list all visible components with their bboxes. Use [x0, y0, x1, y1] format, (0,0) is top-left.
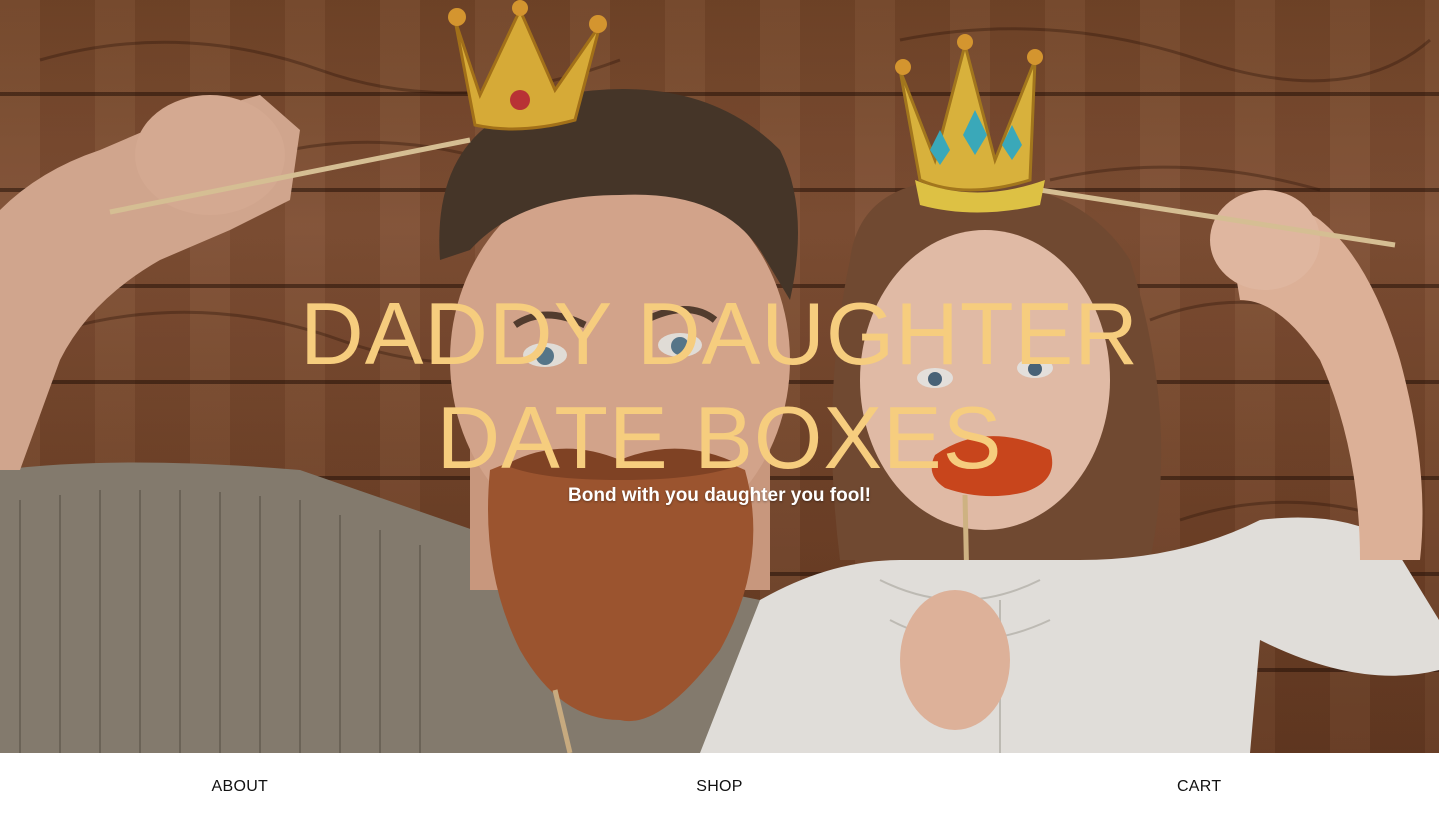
hero-title-line-1: DADDY DAUGHTER [300, 284, 1139, 383]
hero-subtitle: Bond with you daughter you fool! [568, 485, 871, 506]
nav-shop-link[interactable]: SHOP [480, 753, 960, 818]
nav-about-link[interactable]: ABOUT [0, 753, 480, 818]
hero-banner: DADDY DAUGHTER DATE BOXES Bond with you … [0, 0, 1439, 753]
bottom-navigation: ABOUT SHOP CART [0, 753, 1439, 818]
hero-title: DADDY DAUGHTER DATE BOXES [0, 282, 1439, 490]
nav-cart-link[interactable]: CART [959, 753, 1439, 818]
hero-title-line-2: DATE BOXES [436, 388, 1003, 487]
